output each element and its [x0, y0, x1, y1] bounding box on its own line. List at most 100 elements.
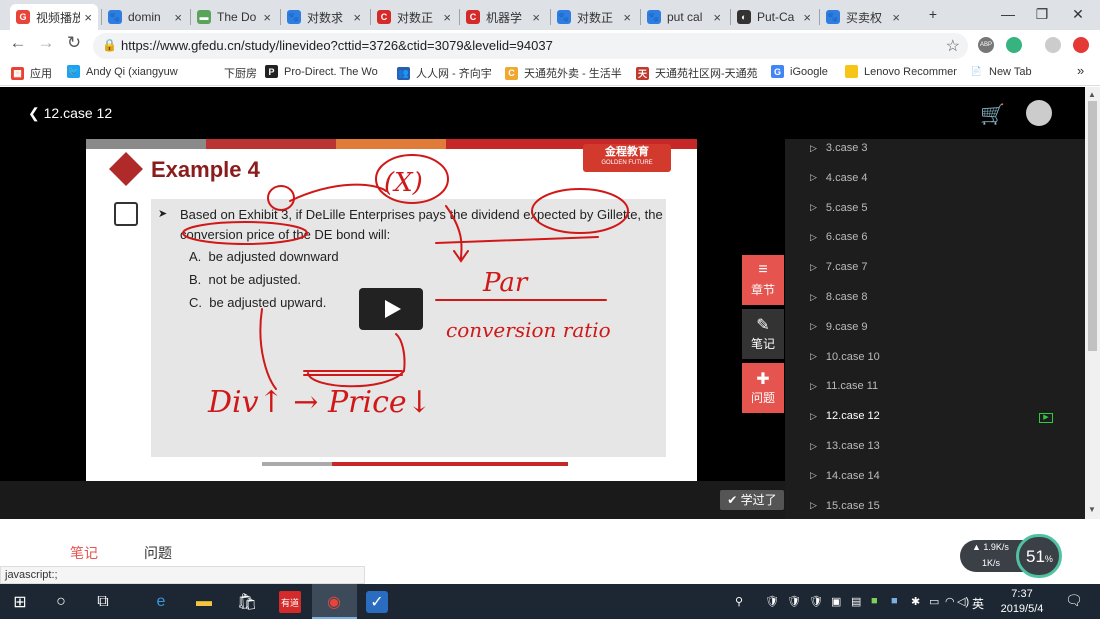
tab-separator: [280, 9, 281, 25]
browser-tab[interactable]: G 视频播放 ×: [10, 4, 98, 30]
browser-tab[interactable]: 🐾 put cal ×: [641, 4, 727, 30]
store-icon[interactable]: 🛍: [236, 591, 258, 613]
file-explorer-icon[interactable]: ▬: [193, 591, 215, 613]
browser-tab[interactable]: C 机器学 ×: [460, 4, 546, 30]
browser-tab[interactable]: 🐾 domin ×: [102, 4, 188, 30]
bookmark-item[interactable]: GiGoogle: [771, 65, 833, 78]
tab-close-icon[interactable]: ×: [532, 10, 540, 25]
browser-tab[interactable]: ▬ The Do ×: [191, 4, 277, 30]
windows-start-icon[interactable]: ⊞: [9, 591, 31, 613]
chapter-item[interactable]: ▷ 5.case 5: [810, 202, 868, 214]
chapter-item[interactable]: ▷ 7.case 7: [810, 261, 868, 273]
scroll-thumb[interactable]: [1088, 101, 1097, 351]
profile-icon[interactable]: [1045, 37, 1061, 53]
url-text[interactable]: https://www.gfedu.cn/study/linevideo?ctt…: [121, 38, 553, 53]
browser-tab[interactable]: 🐾 对数求 ×: [281, 4, 367, 30]
back-to-lesson-link[interactable]: ❮ 12.case 12: [28, 105, 112, 122]
network-speed-widget[interactable]: ▲ 1.9K/s 1K/s 51%: [960, 534, 1064, 578]
adblock-extension-icon[interactable]: ABP: [978, 37, 994, 53]
security-app-icon[interactable]: ✓: [366, 591, 388, 613]
evernote-extension-icon[interactable]: [1006, 37, 1022, 53]
update-icon[interactable]: [1073, 37, 1089, 53]
chapter-item[interactable]: ▷ 9.case 9: [810, 321, 868, 333]
notes-button[interactable]: ✎ 笔记: [742, 309, 784, 359]
scroll-down-arrow-icon[interactable]: ▼: [1088, 505, 1096, 514]
browser-tab[interactable]: 🐾 买卖权 ×: [820, 4, 906, 30]
browser-tab[interactable]: 🐾 对数正 ×: [551, 4, 637, 30]
clock[interactable]: 7:37 2019/5/4: [992, 587, 1052, 617]
chapter-item[interactable]: ▷ 12.case 12: [810, 410, 880, 422]
bookmark-item[interactable]: 天天通苑社区网-天通苑: [636, 65, 758, 81]
chapters-button[interactable]: ≡ 章节: [742, 255, 784, 305]
chrome-icon[interactable]: ◉: [323, 591, 345, 613]
tab-close-icon[interactable]: ×: [353, 10, 361, 25]
scroll-up-arrow-icon[interactable]: ▲: [1088, 90, 1096, 99]
tab-close-icon[interactable]: ×: [84, 10, 92, 25]
tab-close-icon[interactable]: ×: [623, 10, 631, 25]
video-control-bar[interactable]: [0, 481, 785, 519]
app3-tray-icon[interactable]: ■: [891, 595, 898, 607]
notification-icon[interactable]: 🗨: [1065, 592, 1083, 609]
window-restore-button[interactable]: ❐: [1024, 2, 1060, 26]
bookmark-item[interactable]: Lenovo Recommen: [845, 65, 957, 78]
window-minimize-button[interactable]: —: [990, 2, 1026, 26]
cortana-search-icon[interactable]: ○: [50, 591, 72, 613]
tab-close-icon[interactable]: ×: [443, 10, 451, 25]
tab-notes[interactable]: 笔记: [70, 543, 98, 563]
browser-tab[interactable]: C 对数正 ×: [371, 4, 457, 30]
tab-close-icon[interactable]: ×: [892, 10, 900, 25]
bluetooth-icon[interactable]: ✱: [911, 595, 920, 608]
chapter-item[interactable]: ▷ 4.case 4: [810, 172, 868, 184]
browser-tab[interactable]: ◐ Put-Ca ×: [731, 4, 817, 30]
chapter-item[interactable]: ▷ 8.case 8: [810, 291, 868, 303]
window-close-button[interactable]: ✕: [1060, 2, 1096, 26]
tab-close-icon[interactable]: ×: [713, 10, 721, 25]
cart-icon[interactable]: 🛒: [980, 102, 1005, 127]
avatar[interactable]: [1026, 100, 1052, 126]
play-button[interactable]: [359, 288, 423, 330]
bookmarks-overflow[interactable]: »: [1077, 63, 1084, 78]
chapter-item[interactable]: ▷ 6.case 6: [810, 231, 868, 243]
tab-close-icon[interactable]: ×: [803, 10, 811, 25]
chapter-item[interactable]: ▷ 10.case 10: [810, 351, 880, 363]
bookmark-item[interactable]: 🐦 Andy Qi (xiangyuw: [67, 65, 192, 78]
chapter-item[interactable]: ▷ 15.case 15: [810, 500, 880, 512]
bookmark-item[interactable]: 👥 人人网 - 齐向宇: [397, 65, 497, 81]
people-icon[interactable]: ⚲: [735, 595, 743, 608]
chapter-item[interactable]: ▷ 14.case 14: [810, 470, 880, 482]
battery-icon[interactable]: ▭: [929, 595, 939, 608]
bookmark-item[interactable]: C 天通苑外卖 - 生活半: [505, 65, 623, 81]
chapter-item[interactable]: ▷ 13.case 13: [810, 440, 880, 452]
questions-button[interactable]: ✚ 问题: [742, 363, 784, 413]
edge-icon[interactable]: e: [150, 591, 172, 613]
ime-indicator[interactable]: 英: [972, 595, 984, 612]
forward-arrow-icon[interactable]: →: [35, 33, 57, 53]
nvidia-tray-icon[interactable]: ■: [871, 595, 878, 607]
tab-questions[interactable]: 问题: [144, 543, 172, 563]
app2-tray-icon[interactable]: ▤: [851, 595, 861, 608]
task-view-icon[interactable]: ⧉: [92, 591, 114, 613]
youdao-icon[interactable]: 有道: [279, 591, 301, 613]
app-tray-icon[interactable]: ▣: [831, 595, 841, 608]
bookmark-item[interactable]: 📄 New Tab: [970, 65, 1040, 78]
tab-close-icon[interactable]: ×: [263, 10, 271, 25]
chapter-item[interactable]: ▷ 11.case 11: [810, 380, 878, 392]
bookmark-item[interactable]: 下厨房: [205, 65, 257, 81]
volume-icon[interactable]: ◁): [957, 595, 969, 608]
address-bar[interactable]: 🔒 https://www.gfedu.cn/study/linevideo?c…: [93, 33, 968, 59]
mark-learned-button[interactable]: ✔ 学过了: [720, 490, 784, 510]
shield-tray-icon[interactable]: 🛡: [765, 595, 779, 608]
back-arrow-icon[interactable]: ←: [7, 33, 29, 53]
page-scrollbar[interactable]: ▲ ▼: [1085, 87, 1100, 519]
tab-close-icon[interactable]: ×: [174, 10, 182, 25]
shield3-tray-icon[interactable]: 🛡: [809, 595, 823, 608]
video-player[interactable]: Example 4 金程教育 GOLDEN FUTURE ➤ Based on …: [0, 139, 785, 519]
bookmark-item[interactable]: ▦ 应用: [11, 65, 61, 81]
bookmark-star-icon[interactable]: ☆: [946, 36, 960, 56]
wifi-icon[interactable]: ◠: [945, 595, 955, 608]
shield2-tray-icon[interactable]: 🛡: [787, 595, 801, 608]
bookmark-item[interactable]: P Pro-Direct. The Wo: [265, 65, 385, 78]
reload-icon[interactable]: ↻: [63, 33, 85, 53]
chapter-item[interactable]: ▷ 3.case 3: [810, 142, 868, 154]
new-tab-button[interactable]: +: [915, 2, 951, 26]
